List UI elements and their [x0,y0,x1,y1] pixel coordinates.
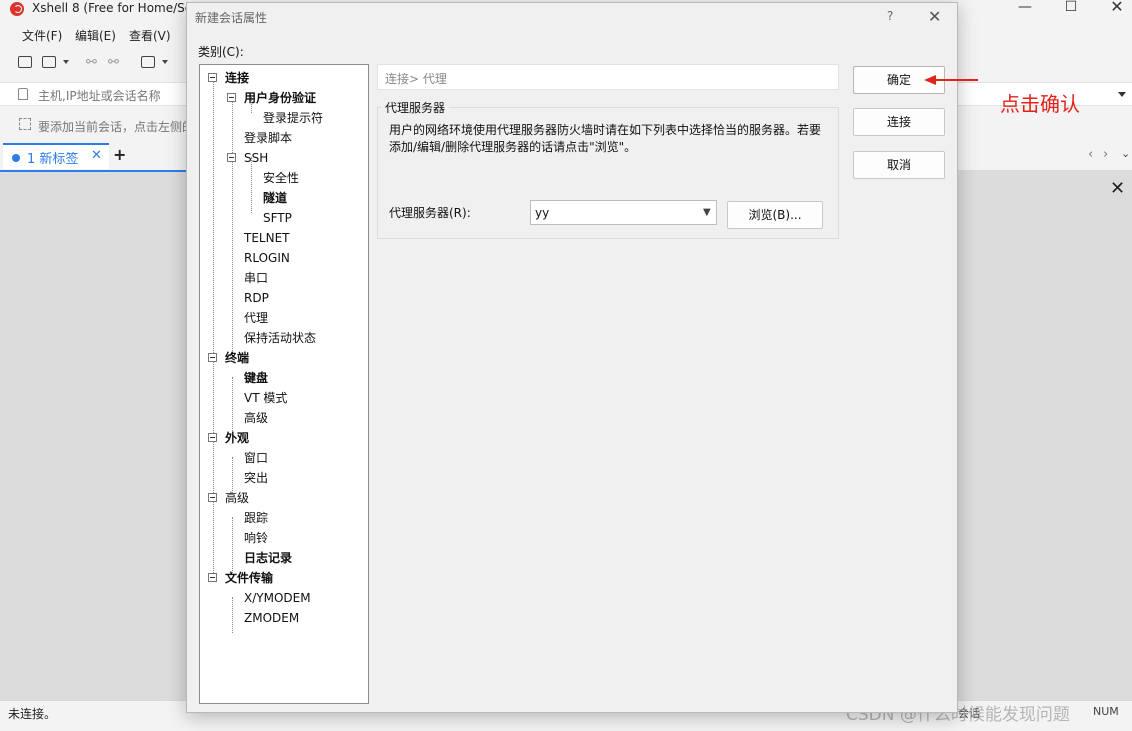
tab-scroll-right-icon[interactable]: › [1103,147,1108,162]
status-num-lock: NUM [1093,705,1119,718]
menu-edit[interactable]: 编辑(E) [75,27,116,44]
tree-guide [213,81,214,577]
maximize-button[interactable]: ☐ [1048,0,1094,20]
tree-guide [232,517,233,573]
tree-guide [232,457,233,493]
tab-close-icon[interactable]: ✕ [91,148,102,163]
lock-icon [18,88,28,100]
minimize-button[interactable]: — [1002,0,1048,20]
proxy-server-label: 代理服务器(R): [389,206,471,220]
dialog-close-button[interactable]: ✕ [928,7,941,26]
tab-status-dot-icon [12,154,20,162]
tree-item-terminal[interactable]: 终端 [225,350,249,366]
annotation-text: 点击确认 [1000,92,1080,116]
collapse-ssh-icon[interactable] [227,153,236,162]
address-input[interactable]: 主机,IP地址或会话名称 [38,87,161,104]
tree-item-keyboard[interactable]: 键盘 [244,370,268,386]
tree-item-rlogin[interactable]: RLOGIN [244,250,290,266]
chevron-down-icon: ▼ [703,207,711,218]
session-hint-text: 要添加当前会话，点击左侧的 [38,120,195,134]
help-button[interactable]: ? [887,9,893,23]
proxy-description: 用户的网络环境使用代理服务器防火墙时请在如下列表中选择恰当的服务器。若要添加/编… [389,123,822,154]
proxy-server-value: yy [535,206,550,220]
tree-item-keepalive[interactable]: 保持活动状态 [244,330,316,346]
tree-item-appearance[interactable]: 外观 [225,430,249,446]
tree-item-highlight[interactable]: 突出 [244,470,268,486]
tree-item-login-prompt[interactable]: 登录提示符 [263,110,323,126]
category-tree[interactable]: 连接 用户身份验证 登录提示符 登录脚本 SSH 安全性 隧道 SFTP TEL… [199,64,369,704]
browse-button[interactable]: 浏览(B)... [727,201,823,229]
menu-view[interactable]: 查看(V) [129,27,171,44]
connect-link-icon[interactable]: ⚯ [86,55,97,70]
tab-new[interactable]: 1 新标签 ✕ [3,143,109,169]
tree-item-security[interactable]: 安全性 [263,170,299,186]
tree-item-zmodem[interactable]: ZMODEM [244,610,299,626]
tree-item-user-auth[interactable]: 用户身份验证 [244,90,316,106]
app-title: Xshell 8 (Free for Home/School) [32,1,186,15]
connect-button[interactable]: 连接 [853,108,945,136]
tree-item-terminal-advanced[interactable]: 高级 [244,410,268,426]
new-tab-icon[interactable] [141,56,155,68]
breadcrumb: 连接> 代理 [377,64,839,90]
tree-guide [232,97,233,353]
dialog-title: 新建会话属性 [195,11,268,25]
collapse-connection-icon[interactable] [208,73,217,82]
tree-item-rdp[interactable]: RDP [244,290,269,306]
tree-item-connection[interactable]: 连接 [225,70,249,86]
tree-item-login-script[interactable]: 登录脚本 [244,130,292,146]
category-label: 类别(C): [198,45,244,59]
active-tab-accent [0,170,186,172]
tree-guide [232,597,233,633]
tree-item-trace[interactable]: 跟踪 [244,510,268,526]
tree-item-file-transfer[interactable]: 文件传输 [225,570,273,586]
tab-label: 1 新标签 [27,152,79,167]
annotation-arrow-icon [924,75,978,85]
add-session-icon[interactable] [19,118,31,130]
close-pane-icon[interactable]: ✕ [1110,178,1125,199]
add-tab-button[interactable]: + [113,145,126,164]
tree-item-vt-mode[interactable]: VT 模式 [244,390,287,406]
collapse-appearance-icon[interactable] [208,433,217,442]
tree-item-ssh[interactable]: SSH [244,150,268,166]
new-session-properties-dialog: 新建会话属性 ? ✕ 类别(C): 连接 用户身份验证 登录提示符 登录脚本 S… [186,2,958,713]
new-session-icon[interactable] [18,56,32,68]
xshell-logo-icon [10,2,24,16]
open-dropdown-icon[interactable] [63,60,69,64]
tree-item-xymodem[interactable]: X/YMODEM [244,590,311,606]
collapse-file-transfer-icon[interactable] [208,573,217,582]
close-window-button[interactable]: ✕ [1094,0,1132,20]
new-tab-dropdown-icon[interactable] [162,60,168,64]
tree-item-sftp[interactable]: SFTP [263,210,292,226]
address-dropdown-icon[interactable] [1118,92,1126,97]
proxy-group-title: 代理服务器 [381,99,450,116]
menu-file[interactable]: 文件(F) [22,27,62,44]
collapse-auth-icon[interactable] [227,93,236,102]
tree-guide [232,377,233,433]
tree-item-advanced[interactable]: 高级 [225,490,249,506]
tree-item-tunnel[interactable]: 隧道 [263,190,287,206]
open-folder-icon[interactable] [42,56,56,68]
tree-item-bell[interactable]: 响铃 [244,530,268,546]
disconnect-link-icon[interactable]: ⚯ [108,55,119,70]
tree-item-window[interactable]: 窗口 [244,450,268,466]
tree-item-logging[interactable]: 日志记录 [244,550,292,566]
connection-status: 未连接。 [8,707,57,721]
tree-item-serial[interactable]: 串口 [244,270,268,286]
collapse-terminal-icon[interactable] [208,353,217,362]
collapse-advanced-icon[interactable] [208,493,217,502]
tree-item-telnet[interactable]: TELNET [244,230,290,246]
session-hint-bar: 要添加当前会话，点击左侧的 [0,114,200,136]
tab-list-menu-icon[interactable]: ⌄ [1121,147,1130,160]
tree-item-proxy[interactable]: 代理 [244,310,268,326]
cancel-button[interactable]: 取消 [853,151,945,179]
breadcrumb-text: 连接> 代理 [385,72,447,86]
tab-scroll-left-icon[interactable]: ‹ [1088,147,1093,162]
proxy-server-select[interactable]: yy ▼ [530,200,717,225]
